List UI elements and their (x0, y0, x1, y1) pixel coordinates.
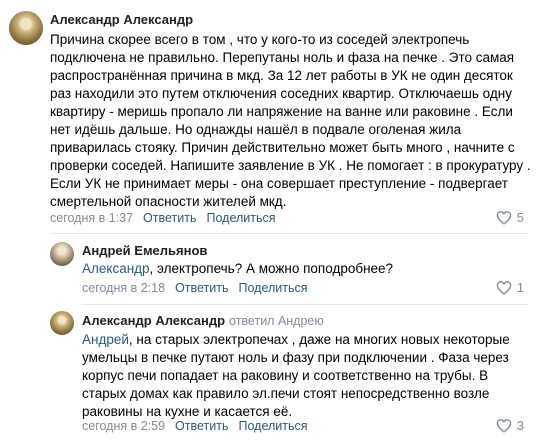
like-count: 1 (516, 280, 524, 295)
comment-text-line: смертельной опасности жителей мкд. (50, 194, 287, 209)
comment-text: Причина скорее всего в том , что у кого-… (50, 31, 531, 211)
replied-to[interactable]: ответил Андрею (229, 314, 324, 328)
heart-icon (496, 211, 512, 225)
comment-author[interactable]: Александр Александр ответил Андрею (82, 313, 324, 328)
share-button[interactable]: Поделиться (206, 211, 275, 225)
divider (50, 233, 528, 234)
comment-text-line: подключена не правильно. Перепутаны ноль… (50, 50, 515, 65)
comment-text: Андрей, на старых электропечах , даже на… (82, 331, 510, 421)
avatar[interactable] (9, 11, 43, 45)
comment-text-line: Причина скорее всего в том , что у кого-… (50, 32, 470, 47)
comment-text-line: раз находили это путем отключения соседн… (50, 86, 512, 101)
like-button[interactable]: 5 (496, 210, 524, 225)
share-button[interactable]: Поделиться (238, 419, 307, 433)
comment-text-line: нет идёшь дальше. Но однажды нашёл в под… (50, 122, 462, 137)
heart-icon (496, 419, 512, 433)
comment-text-line: умельцы в печке путают ноль и фазу при п… (82, 350, 509, 365)
comment-date[interactable]: сегодня в 1:37 (50, 211, 133, 225)
comment-date[interactable]: сегодня в 2:59 (82, 419, 165, 433)
comment-author[interactable]: Александр Александр (50, 12, 193, 27)
like-button[interactable]: 1 (496, 280, 524, 295)
comment-meta: сегодня в 2:18 Ответить Поделиться (82, 281, 308, 295)
comment-text-line: старых домах как правило эл.печи стоят н… (82, 386, 490, 401)
comment-meta: сегодня в 2:59 Ответить Поделиться (82, 419, 308, 433)
like-count: 3 (516, 418, 524, 433)
reply-button[interactable]: Ответить (175, 419, 228, 433)
comment-text-line: Александр, электропечь? А можно поподроб… (82, 261, 394, 276)
mention-link[interactable]: Андрей (82, 332, 129, 347)
comment-text-line: квартиру - меришь пропало ли напряжение … (50, 104, 513, 119)
like-count: 5 (516, 210, 524, 225)
comment-text-line: Андрей, на старых электропечах , даже на… (82, 332, 510, 347)
comment-meta: сегодня в 1:37 Ответить Поделиться (50, 211, 276, 225)
avatar[interactable] (50, 242, 74, 266)
comment-text-line: приварилась стояку. Причин действительно… (50, 140, 515, 155)
avatar[interactable] (50, 311, 74, 335)
heart-icon (496, 281, 512, 295)
like-button[interactable]: 3 (496, 418, 524, 433)
divider (82, 304, 528, 305)
author-name[interactable]: Александр Александр (82, 313, 225, 328)
comment-text-line: Если УК не принимает меры - она совершае… (50, 176, 508, 191)
reply-button[interactable]: Ответить (143, 211, 196, 225)
comment-text: Александр, электропечь? А можно поподроб… (82, 260, 393, 278)
reply-button[interactable]: Ответить (175, 281, 228, 295)
comment-text-line: корпус печи попадает на раковину и соотв… (82, 368, 489, 383)
share-button[interactable]: Поделиться (238, 281, 307, 295)
comment-text-line: проверки соседей. Напишите заявление в У… (50, 158, 531, 173)
comment-date[interactable]: сегодня в 2:18 (82, 281, 165, 295)
comment-author[interactable]: Андрей Емельянов (82, 243, 207, 258)
mention-link[interactable]: Александр (82, 261, 150, 276)
comment-text-line: распространённая причина в мкд. За 12 ле… (50, 68, 513, 83)
